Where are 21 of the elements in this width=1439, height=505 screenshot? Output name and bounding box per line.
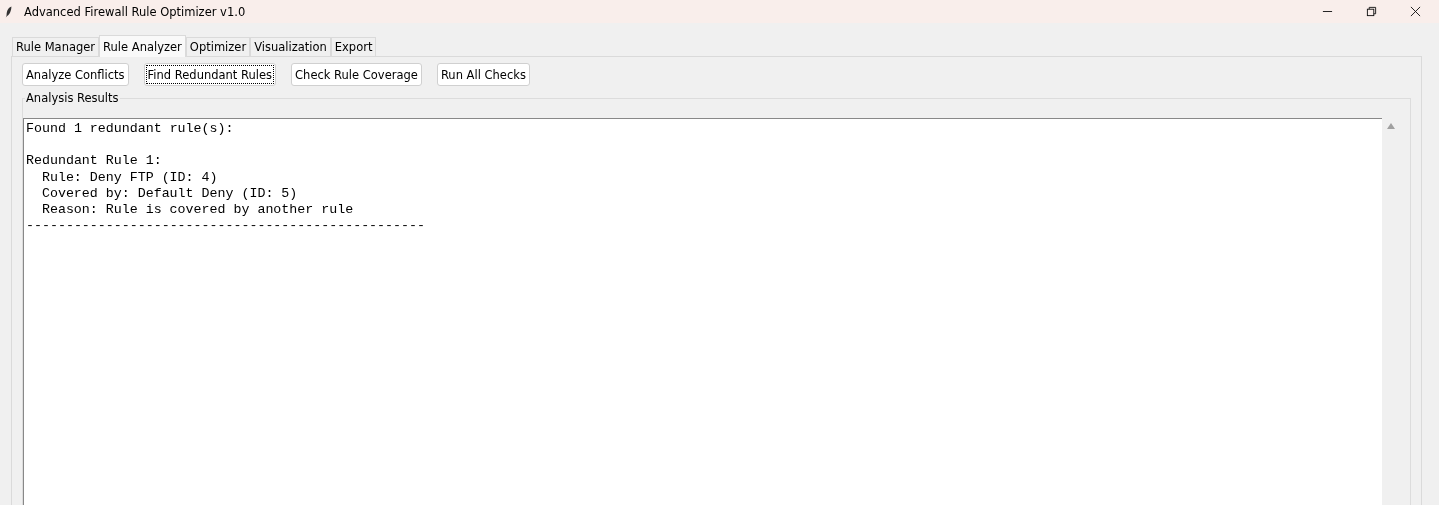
result-line: Found 1 redundant rule(s): — [26, 121, 235, 138]
tab[interactable]: Visualization — [250, 37, 331, 56]
results-text-area[interactable]: Found 1 redundant rule(s): Redundant Rule 1: Rule: Deny FTP (ID: 4) Covered by: Default Deny (ID: 5) Reason: Rule is covered by another rule -------------------------------------------------- — [23, 118, 1382, 505]
tab[interactable]: Export — [330, 37, 377, 56]
window-title: Advanced Firewall Rule Optimizer v1.0 — [24, 4, 246, 19]
action-button[interactable]: Check Rule Coverage — [291, 63, 422, 86]
action-button[interactable]: Find Redundant Rules — [143, 63, 277, 86]
result-line: Reason: Rule is covered by another rule — [40, 202, 355, 219]
tab[interactable]: Rule Analyzer — [99, 35, 186, 57]
action-button[interactable]: Run All Checks — [436, 63, 530, 86]
close-icon[interactable] — [1410, 6, 1421, 17]
result-line: Covered by: Default Deny (ID: 5) — [40, 185, 299, 202]
result-line: Rule: Deny FTP (ID: 4) — [40, 169, 219, 186]
feather-icon — [5, 4, 13, 19]
result-line: -------------------------------------------------- — [26, 218, 426, 235]
group-label: Analysis Results — [25, 91, 120, 105]
tab[interactable]: Rule Manager — [12, 37, 100, 56]
action-button[interactable]: Analyze Conflicts — [22, 63, 129, 86]
restore-icon[interactable] — [1366, 6, 1377, 17]
result-line: Redundant Rule 1: — [26, 153, 163, 170]
tab[interactable]: Optimizer — [185, 37, 251, 56]
